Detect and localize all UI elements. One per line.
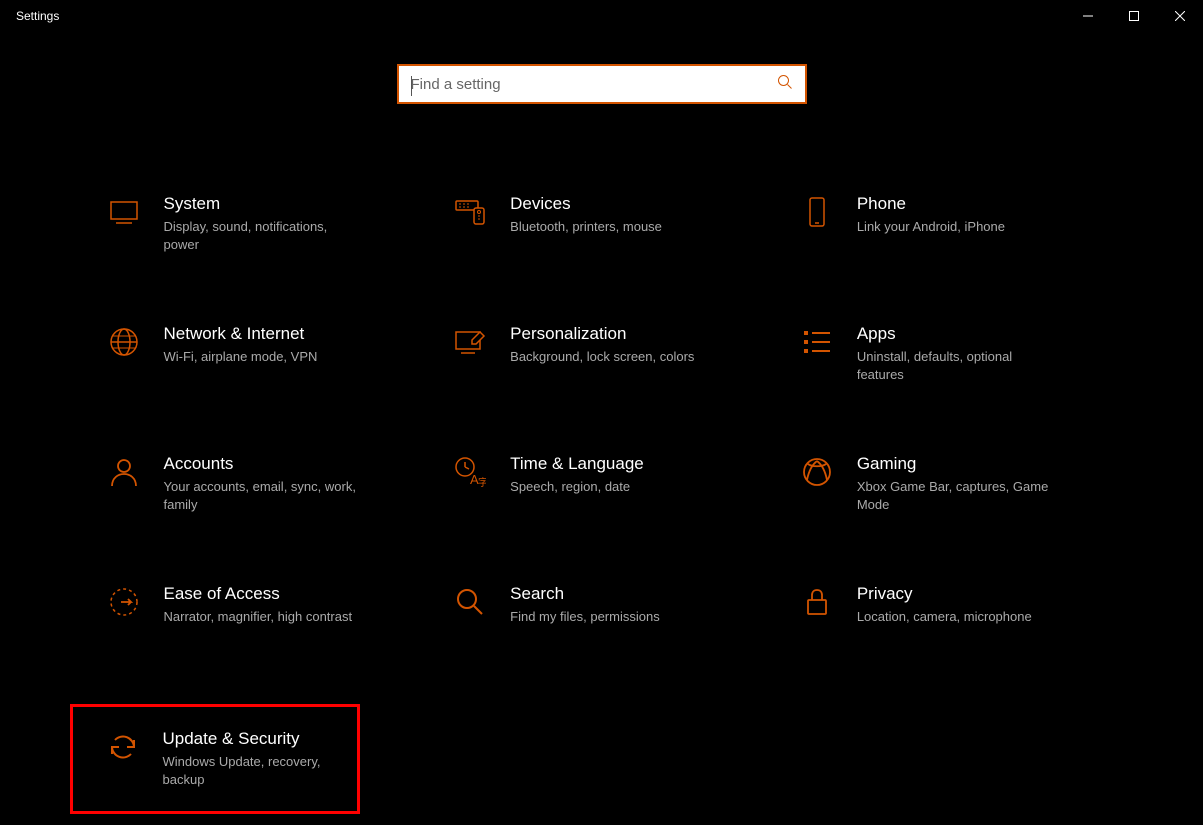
window-title: Settings [16, 9, 59, 23]
tile-text: Update & Security Windows Update, recove… [163, 729, 343, 789]
tile-devices[interactable]: Devices Bluetooth, printers, mouse [438, 184, 768, 284]
tile-title: Apps [857, 324, 1057, 344]
tile-title: Update & Security [163, 729, 343, 749]
time-language-icon: A字 [452, 456, 488, 488]
tile-gaming[interactable]: Gaming Xbox Game Bar, captures, Game Mod… [785, 444, 1115, 544]
search-icon [777, 74, 793, 95]
tile-text: Accounts Your accounts, email, sync, wor… [164, 454, 364, 514]
tile-subtitle: Xbox Game Bar, captures, Game Mode [857, 478, 1057, 514]
tile-title: Network & Internet [164, 324, 318, 344]
tile-phone[interactable]: Phone Link your Android, iPhone [785, 184, 1115, 284]
tile-text: Gaming Xbox Game Bar, captures, Game Mod… [857, 454, 1057, 514]
tile-title: System [164, 194, 364, 214]
devices-icon [452, 196, 488, 228]
tile-apps[interactable]: Apps Uninstall, defaults, optional featu… [785, 314, 1115, 414]
tile-title: Accounts [164, 454, 364, 474]
phone-icon [799, 196, 835, 228]
tile-title: Ease of Access [164, 584, 353, 604]
tile-text: Ease of Access Narrator, magnifier, high… [164, 584, 353, 626]
tile-subtitle: Link your Android, iPhone [857, 218, 1005, 236]
tile-subtitle: Location, camera, microphone [857, 608, 1032, 626]
tile-text: Time & Language Speech, region, date [510, 454, 644, 496]
tile-subtitle: Speech, region, date [510, 478, 644, 496]
tile-subtitle: Windows Update, recovery, backup [163, 753, 343, 789]
tile-privacy[interactable]: Privacy Location, camera, microphone [785, 574, 1115, 674]
tile-accounts[interactable]: Accounts Your accounts, email, sync, wor… [92, 444, 422, 544]
ease-of-access-icon [106, 586, 142, 618]
tile-text: Devices Bluetooth, printers, mouse [510, 194, 662, 236]
text-cursor [411, 76, 412, 96]
personalization-icon [452, 326, 488, 358]
tile-subtitle: Your accounts, email, sync, work, family [164, 478, 364, 514]
gaming-icon [799, 456, 835, 488]
tile-text: Search Find my files, permissions [510, 584, 660, 626]
tile-title: Phone [857, 194, 1005, 214]
tile-search[interactable]: Search Find my files, permissions [438, 574, 768, 674]
tile-personalization[interactable]: Personalization Background, lock screen,… [438, 314, 768, 414]
tile-title: Time & Language [510, 454, 644, 474]
tile-text: Network & Internet Wi-Fi, airplane mode,… [164, 324, 318, 366]
search-input[interactable] [411, 76, 777, 93]
update-icon [105, 731, 141, 763]
tile-text: System Display, sound, notifications, po… [164, 194, 364, 254]
tile-text: Personalization Background, lock screen,… [510, 324, 694, 366]
tile-time-language[interactable]: A字 Time & Language Speech, region, date [438, 444, 768, 544]
magnifier-icon [452, 586, 488, 618]
tile-network[interactable]: Network & Internet Wi-Fi, airplane mode,… [92, 314, 422, 414]
tile-title: Gaming [857, 454, 1057, 474]
search-box[interactable] [397, 64, 807, 104]
svg-text:字: 字 [478, 476, 486, 488]
lock-icon [799, 586, 835, 618]
titlebar: Settings [0, 0, 1203, 32]
minimize-button[interactable] [1065, 0, 1111, 32]
tile-update-security[interactable]: Update & Security Windows Update, recove… [70, 704, 360, 814]
tile-subtitle: Find my files, permissions [510, 608, 660, 626]
tile-text: Phone Link your Android, iPhone [857, 194, 1005, 236]
tile-subtitle: Uninstall, defaults, optional features [857, 348, 1057, 384]
globe-icon [106, 326, 142, 358]
system-icon [106, 196, 142, 228]
tile-title: Search [510, 584, 660, 604]
tile-subtitle: Background, lock screen, colors [510, 348, 694, 366]
tile-ease-of-access[interactable]: Ease of Access Narrator, magnifier, high… [92, 574, 422, 674]
maximize-button[interactable] [1111, 0, 1157, 32]
settings-grid: System Display, sound, notifications, po… [72, 184, 1132, 814]
tile-title: Devices [510, 194, 662, 214]
close-button[interactable] [1157, 0, 1203, 32]
tile-subtitle: Display, sound, notifications, power [164, 218, 364, 254]
tile-subtitle: Bluetooth, printers, mouse [510, 218, 662, 236]
accounts-icon [106, 456, 142, 488]
tile-text: Privacy Location, camera, microphone [857, 584, 1032, 626]
tile-title: Privacy [857, 584, 1032, 604]
tile-system[interactable]: System Display, sound, notifications, po… [92, 184, 422, 284]
tile-text: Apps Uninstall, defaults, optional featu… [857, 324, 1057, 384]
window-controls [1065, 0, 1203, 32]
tile-title: Personalization [510, 324, 694, 344]
apps-icon [799, 326, 835, 358]
search-wrap [0, 64, 1203, 104]
tile-subtitle: Wi-Fi, airplane mode, VPN [164, 348, 318, 366]
tile-subtitle: Narrator, magnifier, high contrast [164, 608, 353, 626]
